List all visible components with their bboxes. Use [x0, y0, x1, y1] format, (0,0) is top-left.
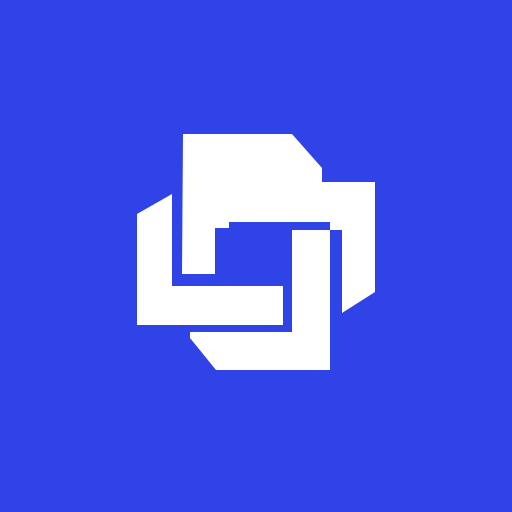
app-icon-canvas	[0, 0, 512, 512]
icon-background	[0, 0, 512, 512]
interlocking-squares-logo-icon	[0, 0, 512, 512]
